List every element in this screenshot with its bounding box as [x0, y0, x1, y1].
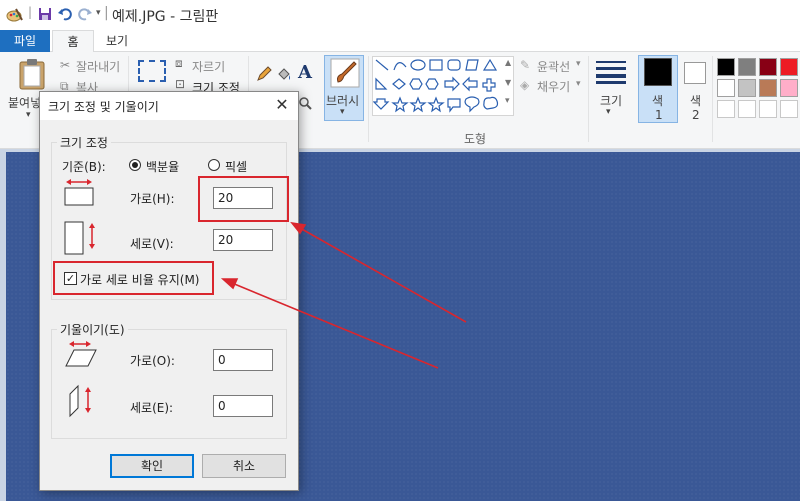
ribbon-tabs: 파일 홈 보기 [0, 30, 800, 53]
outline-icon[interactable]: ✎ [520, 58, 530, 72]
crop-icon[interactable]: ⧈ [175, 56, 183, 71]
window-title: 예제.JPG - 그림판 [112, 9, 219, 25]
ribbon-separator [588, 56, 589, 142]
palette-color-swatch[interactable] [759, 79, 777, 97]
color2-swatch[interactable] [684, 62, 706, 84]
tab-home[interactable]: 홈 [52, 30, 94, 53]
ribbon-separator [368, 56, 369, 142]
paste-button[interactable]: 붙여넣 [8, 94, 41, 111]
fill-dropdown-icon[interactable]: ▾ [576, 79, 581, 89]
color1-label-line2: 1 [655, 108, 663, 122]
percent-radio-label[interactable]: 백분율 [146, 158, 179, 175]
text-tool-icon[interactable]: A [298, 62, 312, 83]
title-bar: | ▾ | 예제.JPG - 그림판 [0, 0, 800, 30]
resize-vertical-input[interactable] [213, 229, 273, 251]
palette-color-swatch[interactable] [717, 79, 735, 97]
resize-icon[interactable]: ⊡ [175, 77, 185, 91]
percent-radio[interactable] [129, 159, 141, 171]
skew-horizontal-icon [65, 341, 97, 367]
clipboard-icon[interactable] [18, 58, 46, 90]
palette-color-swatch[interactable] [780, 79, 798, 97]
palette-empty-swatch[interactable] [759, 100, 777, 118]
brushes-dropdown-icon[interactable]: ▾ [340, 107, 345, 117]
ok-button[interactable]: 확인 [110, 454, 194, 478]
crop-button[interactable]: 자르기 [192, 58, 225, 75]
qa-separator: | [28, 5, 33, 19]
skew-vertical-icon [69, 384, 91, 418]
palette-color-swatch[interactable] [780, 58, 798, 76]
color2-label-line1: 색 [690, 94, 702, 108]
fill-shape-icon[interactable]: ◈ [520, 78, 529, 92]
skew-group-title: 기울이기(도) [57, 321, 128, 338]
color1-label-line1: 색 [652, 94, 664, 108]
select-tool-icon[interactable] [138, 60, 166, 82]
skew-vertical-label: 세로(E): [130, 401, 174, 415]
keep-ratio-highlight [53, 261, 214, 295]
paint-app-icon [6, 8, 23, 22]
palette-empty-swatch[interactable] [738, 100, 756, 118]
pencil-icon[interactable] [256, 66, 272, 82]
close-icon[interactable]: ✕ [272, 95, 292, 115]
pixel-radio-label[interactable]: 픽셀 [225, 158, 247, 175]
palette-color-swatch[interactable] [738, 58, 756, 76]
cut-icon[interactable]: ✂ [60, 58, 70, 72]
resize-vertical-icon [64, 221, 95, 255]
save-icon[interactable] [38, 7, 52, 21]
color1-swatch [644, 58, 672, 86]
resize-horizontal-icon [64, 179, 94, 206]
paste-dropdown-icon[interactable]: ▾ [26, 110, 31, 120]
brush-icon [330, 58, 360, 88]
resize-horizontal-label: 가로(H): [130, 192, 175, 206]
skew-horizontal-input[interactable] [213, 349, 273, 371]
size-icon[interactable] [596, 60, 626, 84]
dialog-titlebar: 크기 조정 및 기울이기 ✕ [40, 92, 298, 120]
pixel-radio[interactable] [208, 159, 220, 171]
palette-color-swatch[interactable] [717, 58, 735, 76]
palette-color-swatch[interactable] [759, 58, 777, 76]
shapes-gallery[interactable] [372, 56, 514, 116]
shapes-gallery-icons [373, 58, 499, 113]
fill-icon[interactable] [276, 66, 292, 82]
outline-button[interactable]: 윤곽선 [537, 58, 570, 75]
shapes-group-label: 도형 [464, 132, 487, 146]
resize-vertical-label: 세로(V): [130, 237, 174, 251]
ribbon-separator [712, 56, 713, 142]
shapes-scroll-icon[interactable]: ▲ [505, 58, 511, 67]
skew-horizontal-label: 가로(O): [130, 354, 175, 368]
dialog-title: 크기 조정 및 기울이기 [48, 100, 159, 114]
undo-icon[interactable] [58, 7, 72, 21]
skew-vertical-input[interactable] [213, 395, 273, 417]
cut-button[interactable]: 잘라내기 [76, 58, 120, 75]
palette-empty-swatch[interactable] [780, 100, 798, 118]
shapes-scroll-down-icon[interactable]: ▼ [505, 78, 511, 87]
title-separator: | [104, 5, 109, 21]
qa-customize-icon[interactable]: ▾ [96, 8, 101, 18]
cancel-button[interactable]: 취소 [202, 454, 286, 478]
magnifier-icon[interactable] [298, 96, 312, 110]
resize-group-title: 크기 조정 [57, 134, 111, 151]
fill-button[interactable]: 채우기 [537, 78, 570, 95]
redo-icon[interactable] [78, 7, 92, 21]
horizontal-input-highlight [198, 176, 289, 222]
palette-color-swatch[interactable] [738, 79, 756, 97]
tab-file[interactable]: 파일 [0, 30, 50, 52]
basis-label: 기준(B): [62, 160, 106, 174]
size-label: 크기 [600, 94, 623, 108]
color2-label-line2: 2 [692, 108, 700, 122]
palette-empty-swatch[interactable] [717, 100, 735, 118]
size-dropdown-icon[interactable]: ▾ [606, 107, 611, 117]
shapes-more-icon[interactable]: ▾ [505, 96, 510, 106]
tab-view[interactable]: 보기 [96, 30, 138, 52]
outline-dropdown-icon[interactable]: ▾ [576, 59, 581, 69]
